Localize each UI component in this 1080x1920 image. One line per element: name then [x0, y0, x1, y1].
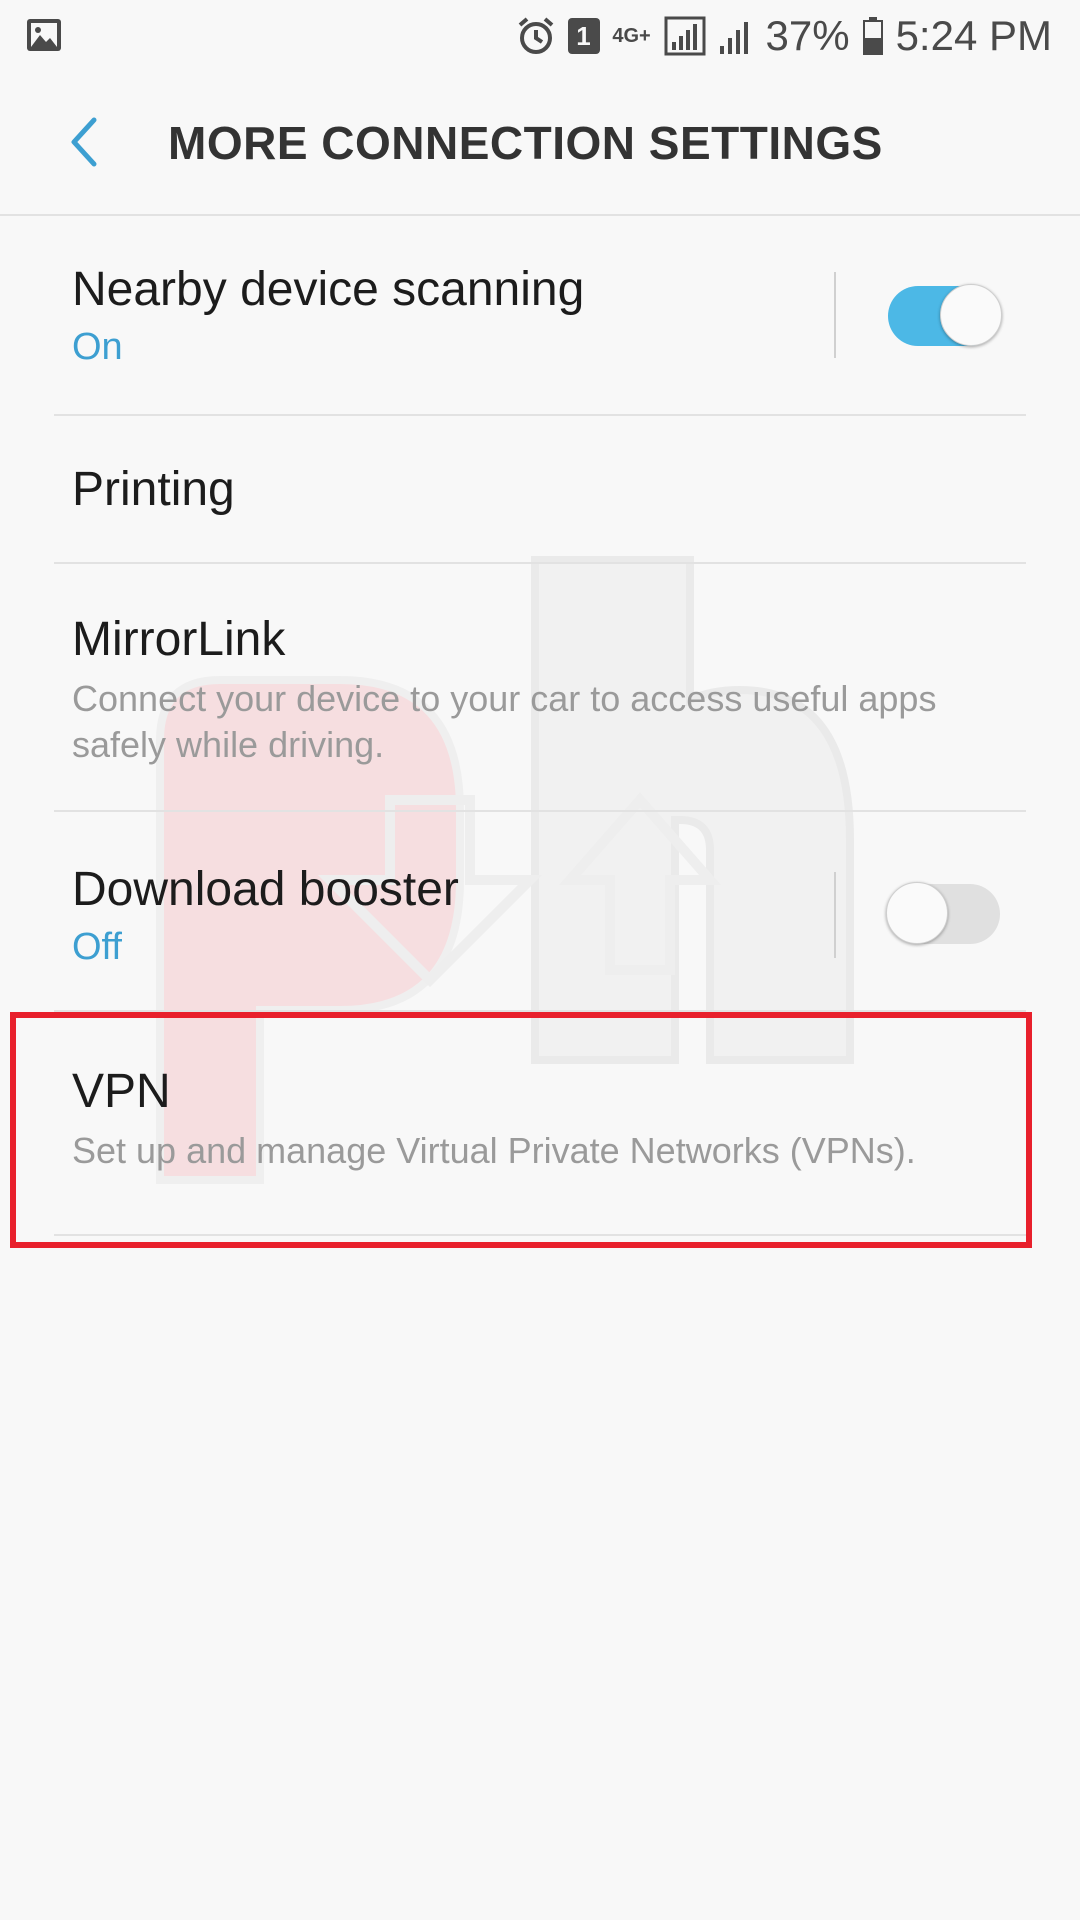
vpn-title: VPN — [72, 1065, 171, 1118]
nearby-device-scanning-title: Nearby device scanning — [72, 263, 585, 316]
page-title: MORE CONNECTION SETTINGS — [168, 117, 883, 169]
battery-icon — [862, 17, 883, 55]
nearby-device-scanning-status: On — [72, 326, 123, 368]
mirrorlink-description: Connect your device to your car to acces… — [72, 678, 937, 765]
clock: 5:24 PM — [895, 12, 1052, 59]
mirrorlink-row[interactable]: MirrorLink Connect your device to your c… — [54, 564, 1026, 812]
status-icons: 1 4G+ 37% 5:24 PM — [516, 10, 1052, 62]
vpn-row[interactable]: VPN Set up and manage Virtual Private Ne… — [54, 1012, 1026, 1236]
vertical-divider — [834, 272, 836, 358]
status-bar: 1 4G+ 37% 5:24 PM — [0, 0, 1080, 72]
nearby-device-scanning-row[interactable]: Nearby device scanning On — [54, 216, 1026, 416]
printing-title: Printing — [72, 463, 235, 516]
settings-list: Nearby device scanning On Printing Mirro… — [0, 216, 1080, 1236]
network-type-icon: 4G+ — [612, 25, 651, 47]
mirrorlink-title: MirrorLink — [72, 613, 286, 666]
download-booster-title: Download booster — [72, 863, 459, 916]
toggle-knob — [886, 882, 948, 944]
back-button[interactable] — [48, 106, 120, 178]
vertical-divider — [834, 872, 836, 958]
printing-row[interactable]: Printing — [54, 416, 1026, 564]
nearby-device-scanning-toggle[interactable] — [888, 284, 1002, 346]
download-booster-row[interactable]: Download booster Off — [54, 812, 1026, 1012]
signal-icon — [664, 16, 706, 56]
vpn-description: Set up and manage Virtual Private Networ… — [72, 1130, 916, 1171]
battery-percent: 37% — [765, 12, 850, 59]
chevron-left-icon — [71, 117, 97, 167]
download-booster-toggle[interactable] — [886, 882, 1000, 944]
download-booster-status: Off — [72, 926, 122, 968]
toggle-knob — [940, 284, 1002, 346]
app-header: MORE CONNECTION SETTINGS — [0, 72, 1080, 216]
alarm-icon — [518, 17, 553, 54]
signal-secondary-icon — [719, 22, 748, 54]
sim-badge-icon: 1 — [567, 18, 600, 54]
gallery-icon — [27, 19, 61, 51]
